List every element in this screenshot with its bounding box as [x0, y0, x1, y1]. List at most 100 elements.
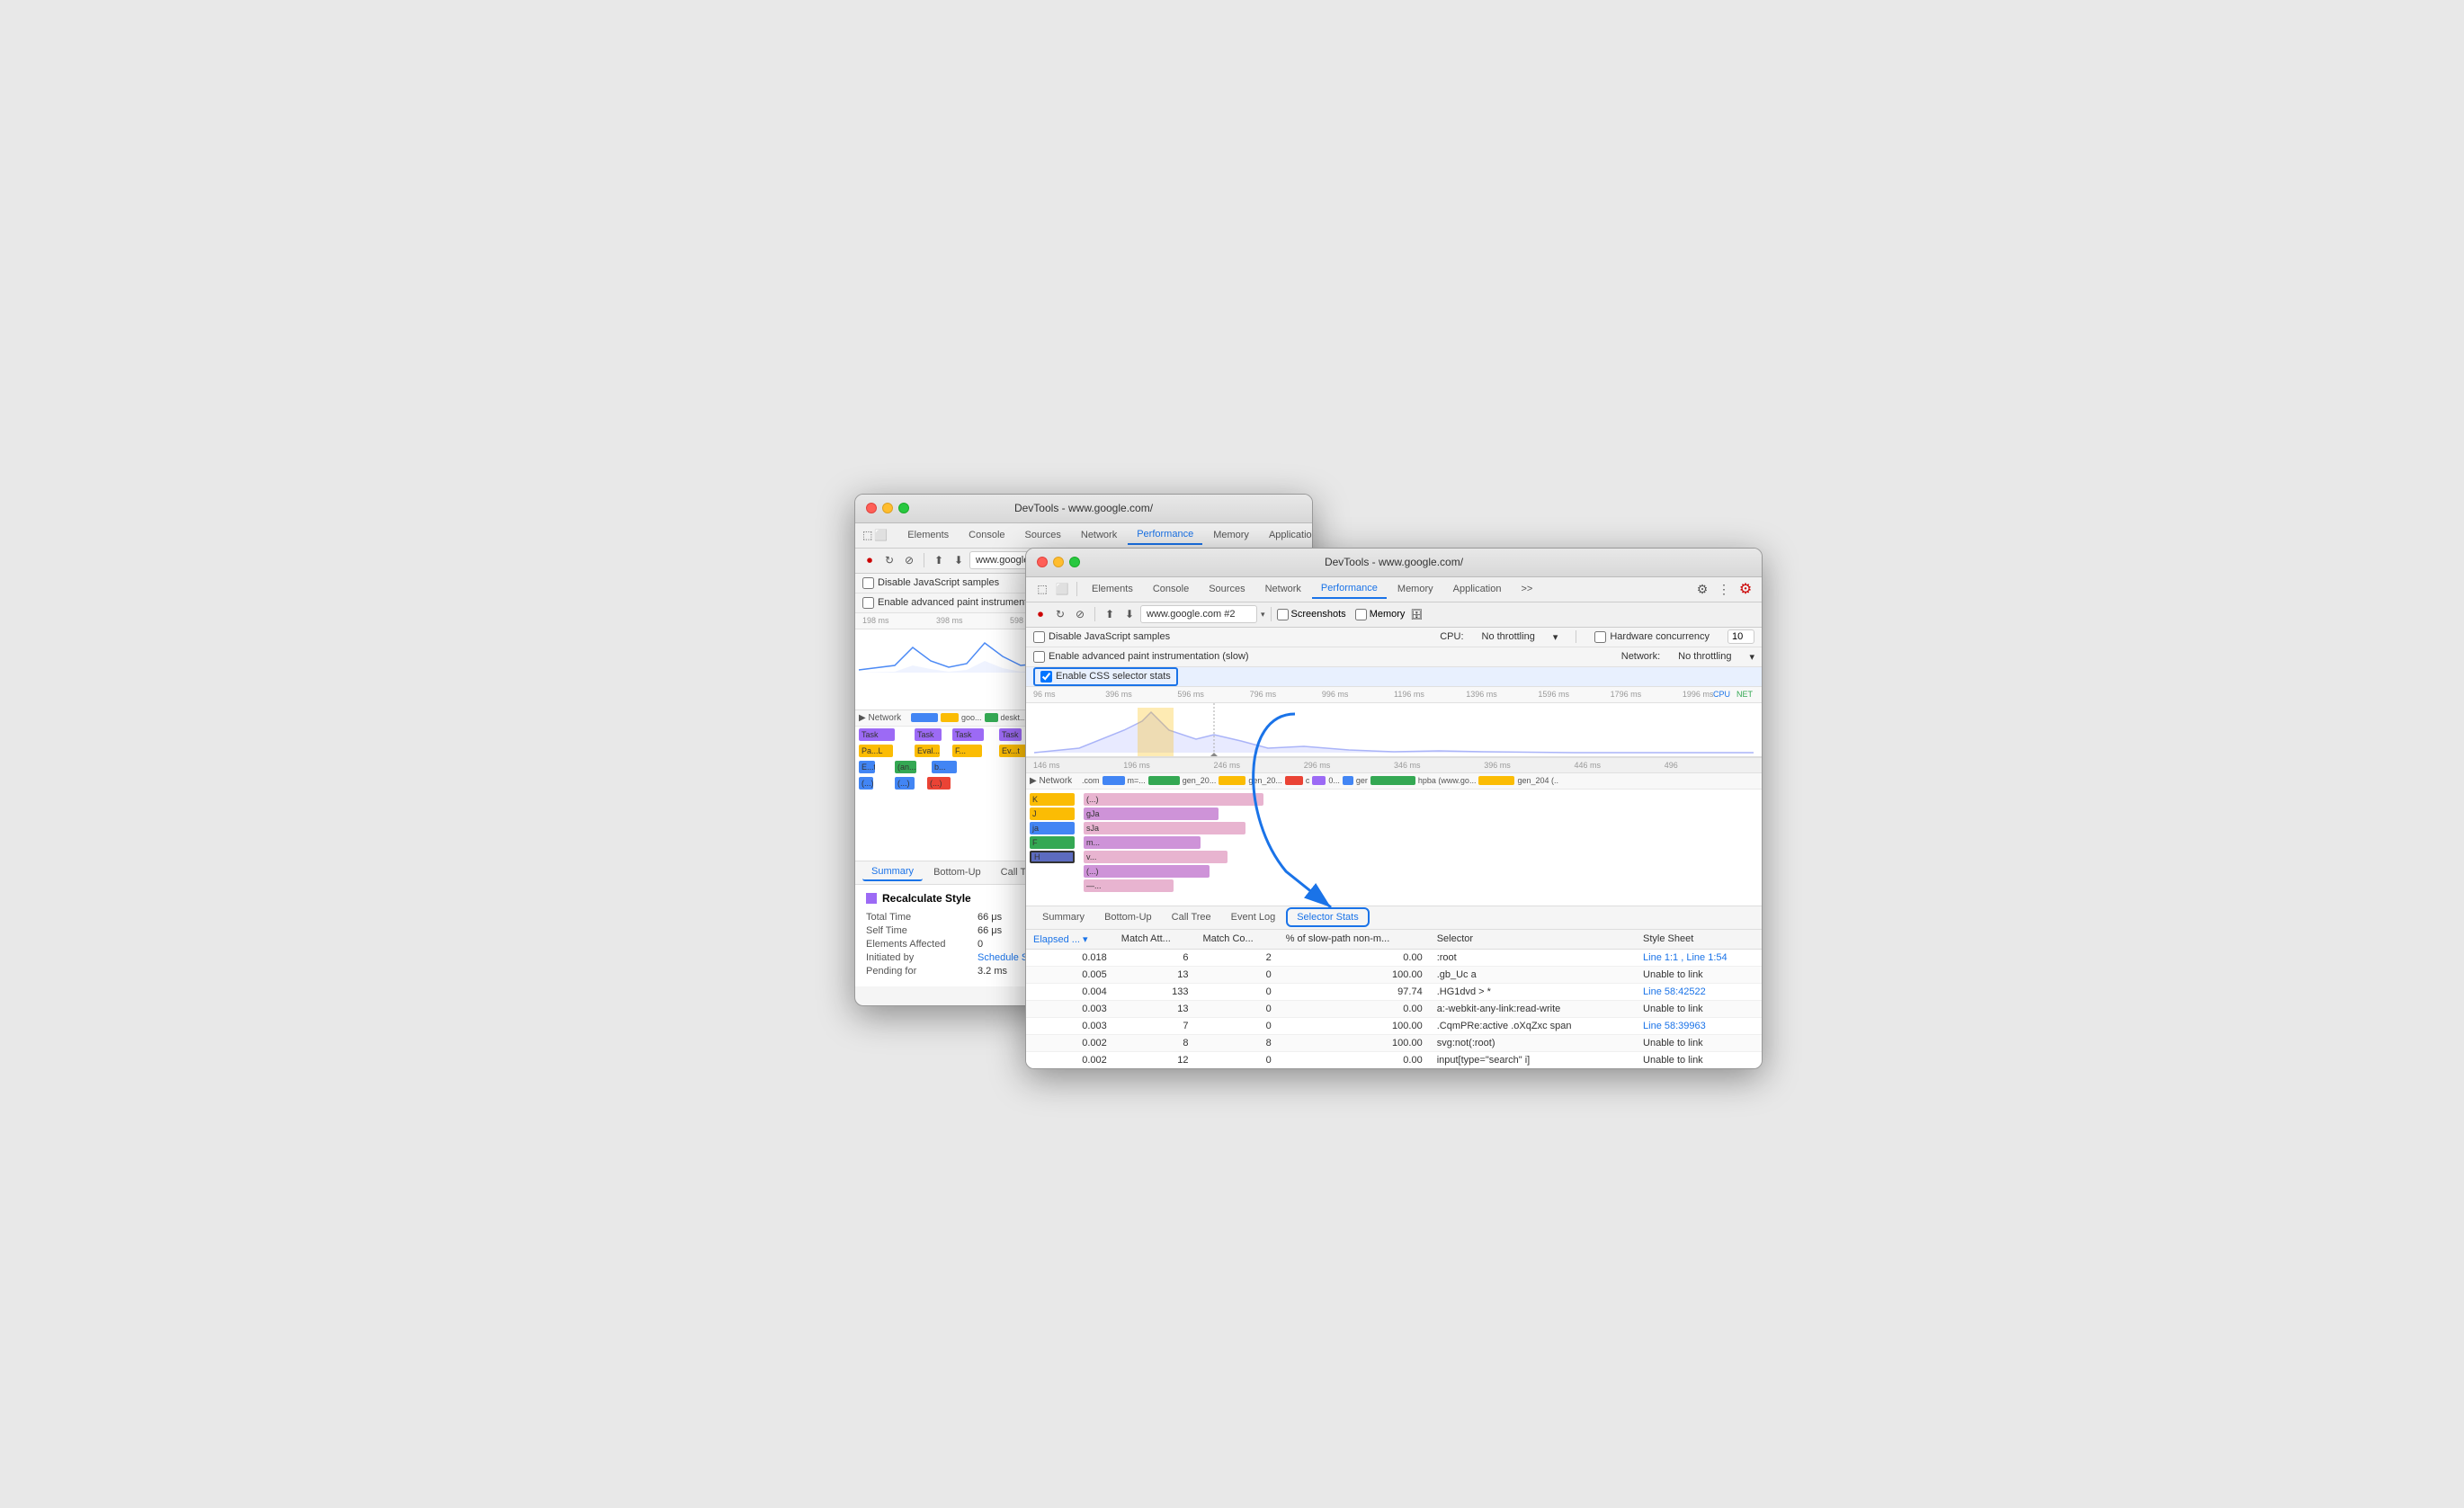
flame-task-2[interactable]: Task	[915, 728, 942, 741]
screenshots-input-2[interactable]	[1277, 609, 1289, 620]
record-btn-1[interactable]: ⏺	[861, 551, 879, 569]
flame-k[interactable]: K	[1030, 793, 1075, 806]
maximize-button-1[interactable]	[898, 503, 909, 513]
table-cell: 133	[1114, 983, 1196, 1000]
tab-eventlog-2[interactable]: Event Log	[1222, 909, 1285, 925]
tab-network-2[interactable]: Network	[1256, 580, 1310, 598]
reload-btn-2[interactable]: ↻	[1051, 605, 1069, 623]
flame-pal[interactable]: Pa...L	[859, 745, 893, 757]
refresh-button-2[interactable]: ⚙	[1736, 580, 1754, 598]
memory-input-2[interactable]	[1355, 609, 1367, 620]
disable-js-checkbox-1[interactable]	[862, 577, 874, 589]
flame-ja[interactable]: ja	[1030, 822, 1075, 834]
tab-sources-2[interactable]: Sources	[1200, 580, 1254, 598]
tab-console-2[interactable]: Console	[1144, 580, 1198, 598]
settings-button-2[interactable]: ⚙	[1693, 580, 1711, 598]
tab-sources-1[interactable]: Sources	[1016, 526, 1070, 544]
flame-h[interactable]: H	[1030, 851, 1075, 863]
flame-j[interactable]: J	[1030, 808, 1075, 820]
maximize-button-2[interactable]	[1069, 557, 1080, 567]
flame-f[interactable]: F...	[952, 745, 982, 757]
close-button-1[interactable]	[866, 503, 877, 513]
table-cell[interactable]: Line 1:1 , Line 1:54	[1636, 949, 1762, 966]
download-btn-1[interactable]: ⬇	[950, 551, 968, 569]
close-button-2[interactable]	[1037, 557, 1048, 567]
advanced-paint-label-2[interactable]: Enable advanced paint instrumentation (s…	[1033, 651, 1249, 663]
tab-bottomup-2[interactable]: Bottom-Up	[1095, 909, 1161, 925]
tab-network-1[interactable]: Network	[1072, 526, 1126, 544]
tab-summary-1[interactable]: Summary	[862, 863, 923, 881]
flame-b[interactable]: b...	[932, 761, 957, 773]
flame-paren2[interactable]: (...)	[895, 777, 915, 790]
table-cell[interactable]: Line 58:39963	[1636, 1017, 1762, 1034]
url-input-2[interactable]	[1140, 605, 1257, 623]
hardware-checkbox-2[interactable]	[1594, 631, 1606, 643]
hardware-value-input[interactable]	[1727, 629, 1754, 644]
tab-memory-2[interactable]: Memory	[1388, 580, 1442, 598]
record-btn-2[interactable]: ⏺	[1031, 605, 1049, 623]
tab-bottomup-1[interactable]: Bottom-Up	[924, 864, 990, 880]
flame-et[interactable]: E...t	[859, 761, 875, 773]
disable-js-checkbox-2[interactable]	[1033, 631, 1045, 643]
col-style-sheet[interactable]: Style Sheet	[1636, 930, 1762, 950]
tab-application-2[interactable]: Application	[1444, 580, 1511, 598]
flame-area-2[interactable]: K J ja F H (...) gJa sJa	[1026, 790, 1762, 906]
screenshots-checkbox-2[interactable]: Screenshots	[1277, 609, 1346, 620]
tab-more-2[interactable]: >>	[1512, 580, 1541, 598]
table-cell[interactable]: Line 58:42522	[1636, 983, 1762, 1000]
col-elapsed[interactable]: Elapsed ... ▾	[1026, 930, 1114, 950]
clear-btn-2[interactable]: ⊘	[1071, 605, 1089, 623]
storage-icon-2[interactable]: 🗄	[1410, 609, 1423, 620]
tab-console-1[interactable]: Console	[960, 526, 1013, 544]
more-button-2[interactable]: ⋮	[1715, 580, 1733, 598]
minimize-button-1[interactable]	[882, 503, 893, 513]
flame-task-3[interactable]: Task	[952, 728, 984, 741]
tab-elements-1[interactable]: Elements	[898, 526, 958, 544]
advanced-paint-checkbox-1[interactable]	[862, 597, 874, 609]
download-btn-2[interactable]: ⬇	[1120, 605, 1138, 623]
tab-performance-1[interactable]: Performance	[1128, 525, 1202, 545]
css-selector-checkbox[interactable]	[1040, 671, 1052, 683]
clear-btn-1[interactable]: ⊘	[900, 551, 918, 569]
flame-dash[interactable]: —...	[1084, 879, 1174, 892]
col-selector[interactable]: Selector	[1430, 930, 1636, 950]
memory-checkbox-2[interactable]: Memory	[1355, 609, 1406, 620]
minimize-button-2[interactable]	[1053, 557, 1064, 567]
advanced-paint-checkbox-2[interactable]	[1033, 651, 1045, 663]
tab-summary-2[interactable]: Summary	[1033, 909, 1094, 925]
tab-calltree-2[interactable]: Call Tree	[1163, 909, 1220, 925]
flame-paren-r[interactable]: (...)	[1084, 793, 1263, 806]
flame-gja[interactable]: gJa	[1084, 808, 1219, 820]
reload-btn-1[interactable]: ↻	[880, 551, 898, 569]
flame-task-4[interactable]: Task	[999, 728, 1022, 741]
tab-selectorstats-2[interactable]: Selector Stats	[1286, 907, 1369, 927]
device-icon[interactable]: ⬜	[874, 526, 888, 544]
flame-v[interactable]: v...	[1084, 851, 1228, 863]
upload-btn-2[interactable]: ⬆	[1101, 605, 1119, 623]
col-slow-path[interactable]: % of slow-path non-m...	[1279, 930, 1430, 950]
table-row: 0.0021200.00input[type="range" i]:disabl…	[1026, 1068, 1762, 1069]
col-match-co[interactable]: Match Co...	[1195, 930, 1278, 950]
flame-ans[interactable]: (an...s)	[895, 761, 916, 773]
disable-js-label-2[interactable]: Disable JavaScript samples	[1033, 631, 1170, 643]
flame-f[interactable]: F	[1030, 836, 1075, 849]
url-dropdown-2[interactable]: ▾	[1261, 610, 1265, 620]
flame-m[interactable]: m...	[1084, 836, 1201, 849]
css-selector-label[interactable]: Enable CSS selector stats	[1056, 671, 1171, 682]
flame-sja[interactable]: sJa	[1084, 822, 1245, 834]
flame-paren1[interactable]: (...)	[859, 777, 873, 790]
inspect-icon[interactable]: ⬚	[862, 526, 872, 544]
flame-task-1[interactable]: Task	[859, 728, 895, 741]
tab-elements-2[interactable]: Elements	[1083, 580, 1142, 598]
tab-performance-2[interactable]: Performance	[1312, 579, 1387, 599]
col-match-att[interactable]: Match Att...	[1114, 930, 1196, 950]
flame-eval[interactable]: Eval...ipt	[915, 745, 940, 757]
inspect-icon-2[interactable]: ⬚	[1033, 580, 1051, 598]
upload-btn-1[interactable]: ⬆	[930, 551, 948, 569]
tab-application-1[interactable]: Application	[1260, 526, 1313, 544]
device-icon-2[interactable]: ⬜	[1053, 580, 1071, 598]
flame-paren-r2[interactable]: (...)	[1084, 865, 1210, 878]
disable-js-label-1[interactable]: Disable JavaScript samples	[862, 577, 999, 589]
tab-memory-1[interactable]: Memory	[1204, 526, 1258, 544]
flame-paren3[interactable]: (...)	[927, 777, 951, 790]
